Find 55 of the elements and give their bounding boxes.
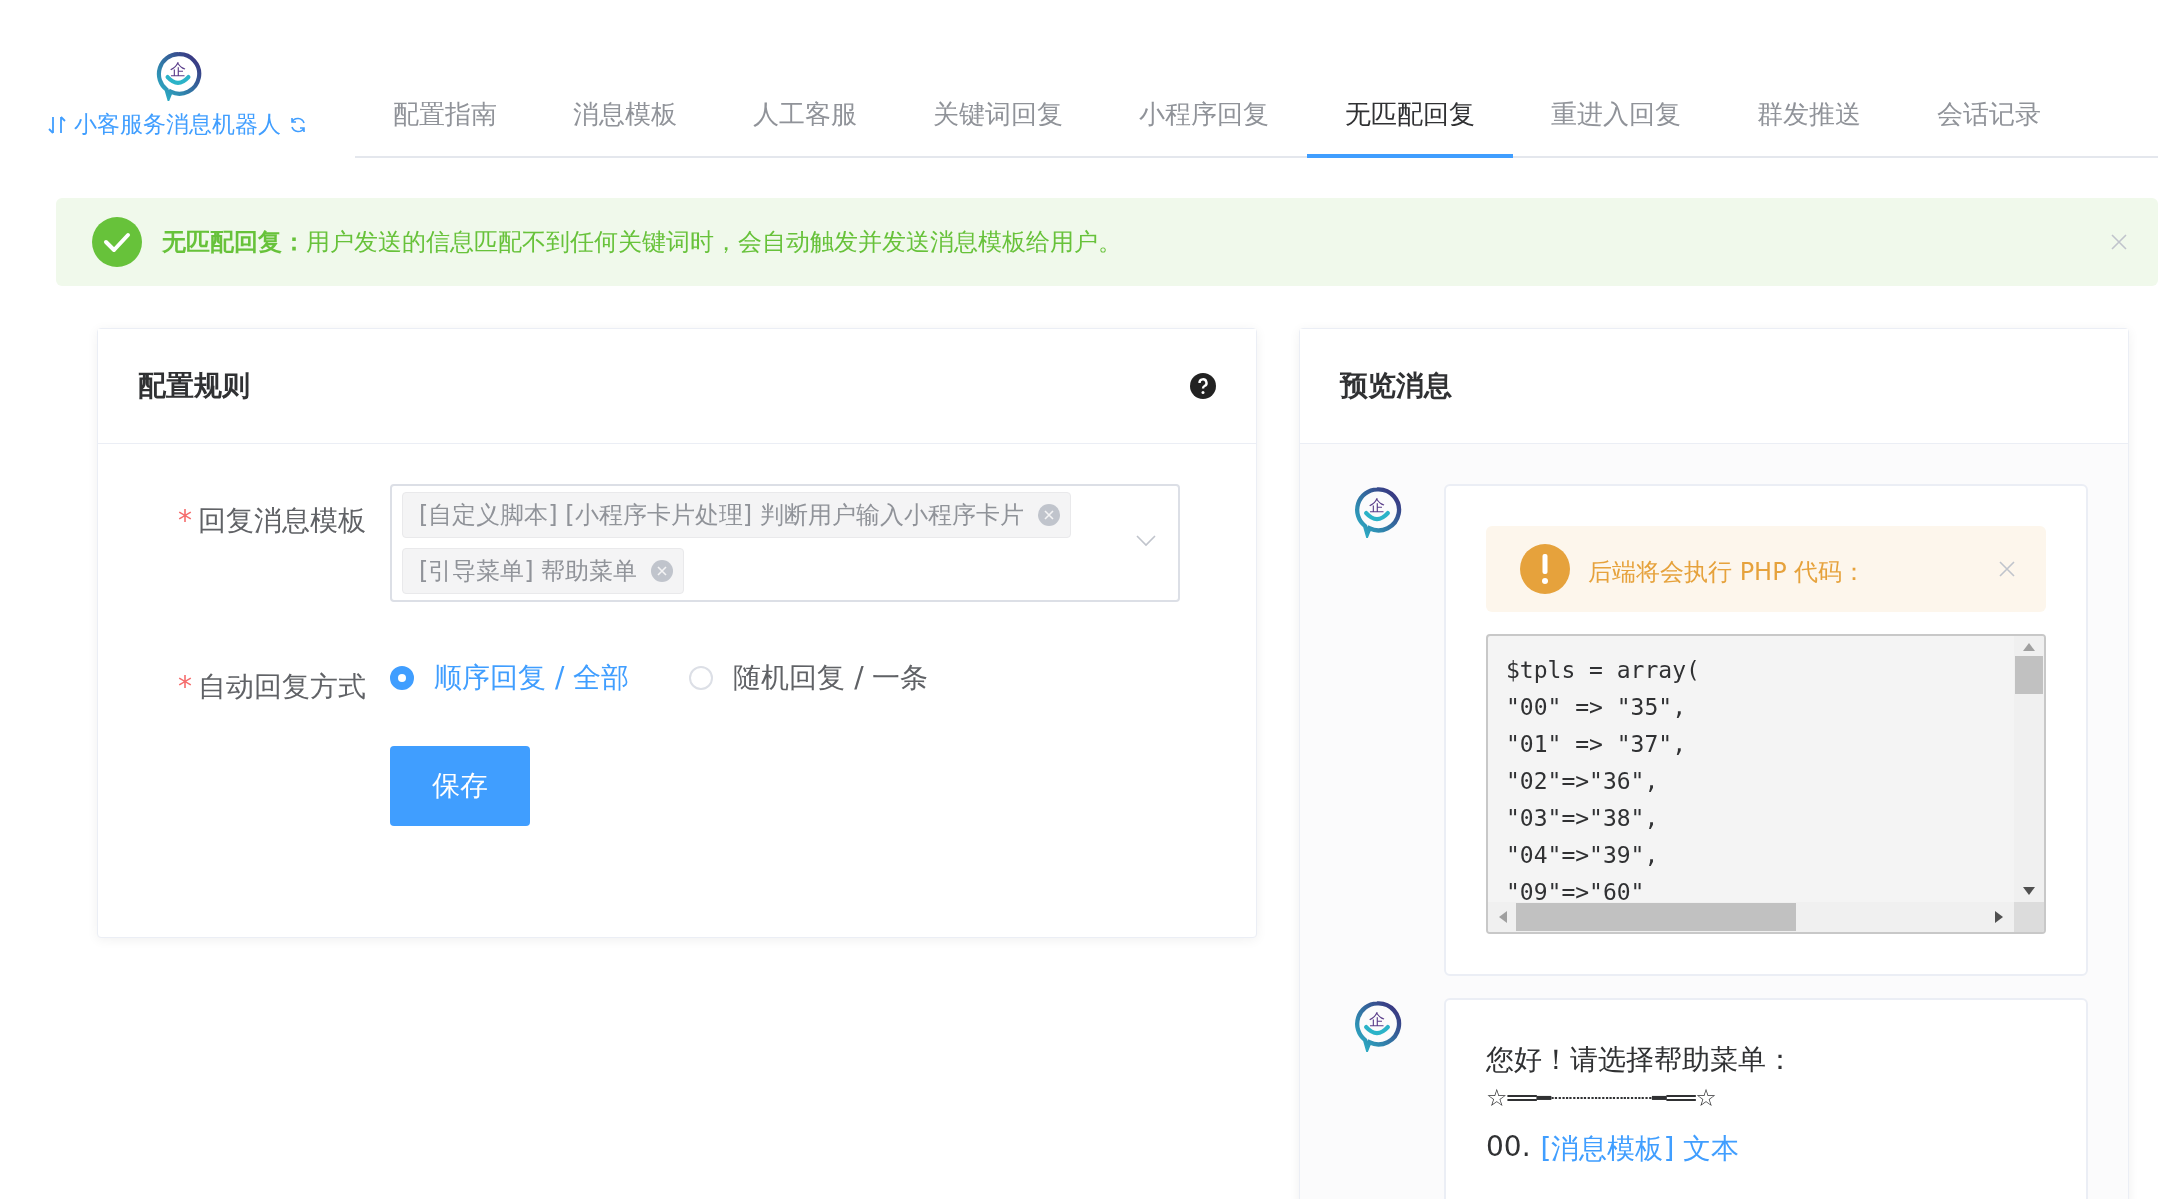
nav-tab[interactable]: 人工客服 (715, 74, 895, 158)
code-line: "09"=>"60" (1506, 878, 1646, 902)
alert-message: 无匹配回复：用户发送的信息匹配不到任何关键词时，会自动触发并发送消息模板给用户。 (162, 227, 1123, 258)
code-line: $tpls = array( (1506, 656, 1701, 685)
scroll-left-icon[interactable] (1498, 910, 1508, 924)
card-title: 配置规则 (138, 368, 250, 404)
scroll-down-icon[interactable] (2022, 886, 2036, 896)
scroll-thumb[interactable] (1516, 903, 1796, 931)
greeting-text: 您好！请选择帮助菜单： (1486, 1042, 1795, 1078)
required-mark: * (178, 670, 192, 703)
remove-tag-icon[interactable] (651, 560, 674, 582)
close-icon[interactable] (2110, 233, 2128, 251)
code-line: "02"=>"36", (1506, 767, 1660, 796)
chevron-down-icon (1136, 535, 1156, 547)
bot-name[interactable]: 小客服务消息机器人 (74, 109, 281, 140)
nav-tab[interactable]: 关键词回复 (895, 74, 1101, 158)
code-line: "03"=>"38", (1506, 804, 1660, 833)
check-circle-icon (92, 217, 142, 267)
refresh-icon[interactable] (289, 115, 307, 134)
radio-option[interactable]: 随机回复 / 一条 (689, 659, 929, 697)
scroll-thumb[interactable] (2015, 656, 2043, 694)
save-button[interactable]: 保存 (390, 746, 530, 826)
code-line: "04"=>"39", (1506, 841, 1660, 870)
nav-tab[interactable]: 消息模板 (535, 74, 715, 158)
tag-label: [引导菜单] 帮助菜单 (419, 556, 638, 587)
nav-tab[interactable]: 无匹配回复 (1307, 74, 1513, 158)
scroll-right-icon[interactable] (1994, 910, 2004, 924)
remove-tag-icon[interactable] (1037, 504, 1060, 526)
scrollbar-corner (2014, 902, 2044, 932)
card-title: 预览消息 (1340, 368, 1452, 404)
horizontal-scrollbar[interactable] (1488, 902, 2014, 932)
code-line: "00" => "35", (1506, 693, 1687, 722)
tag-label: [自定义脚本] [小程序卡片处理] 判断用户输入小程序卡片 (419, 500, 1024, 531)
warning-text: 后端将会执行 PHP 代码： (1588, 557, 1868, 588)
field-label: 回复消息模板 (198, 504, 366, 537)
template-select[interactable]: [自定义脚本] [小程序卡片处理] 判断用户输入小程序卡片 [引导菜单] 帮助菜单 (390, 484, 1180, 602)
close-icon[interactable] (1998, 560, 2016, 578)
radio-option[interactable]: 顺序回复 / 全部 (390, 659, 630, 697)
warning-icon (1520, 544, 1570, 594)
item-number: 00. (1486, 1130, 1531, 1165)
vertical-scrollbar[interactable] (2014, 636, 2044, 902)
nav-tab[interactable]: 会话记录 (1899, 74, 2079, 158)
code-box[interactable]: $tpls = array( "00" => "35", "01" => "37", "02"=>"36", "03"=>"38", "04"=>"39", "09"=>"60" (1486, 634, 2046, 934)
template-link[interactable]: [消息模板] 文本 (1540, 1130, 1740, 1168)
scroll-up-icon[interactable] (2022, 642, 2036, 652)
nav-tab[interactable]: 配置指南 (355, 74, 535, 158)
field-label: 自动回复方式 (198, 670, 366, 703)
nav-tab[interactable]: 小程序回复 (1101, 74, 1307, 158)
sort-arrows-icon[interactable] (48, 114, 66, 135)
help-icon[interactable] (1190, 373, 1216, 399)
code-line: "01" => "37", (1506, 730, 1687, 759)
star-divider: ☆══━┈┈┈┈┈┈┈━══☆ (1486, 1083, 1718, 1114)
nav-tab[interactable]: 重进入回复 (1513, 74, 1719, 158)
required-mark: * (178, 504, 192, 537)
nav-tab[interactable]: 群发推送 (1719, 74, 1899, 158)
